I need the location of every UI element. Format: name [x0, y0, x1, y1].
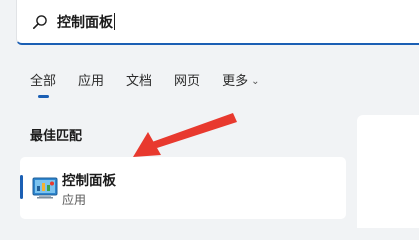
selection-indicator [20, 175, 23, 199]
search-icon [31, 13, 49, 31]
tab-more-label: 更多 [222, 74, 249, 89]
tab-more[interactable]: 更多 ⌄ [222, 70, 259, 89]
search-query-text: 控制面板 [57, 14, 113, 31]
tab-documents[interactable]: 文档 [126, 70, 152, 89]
search-window: 控制面板 全部 应用 文档 网页 更多 ⌄ 最佳匹配 控制面板 应用 [0, 0, 419, 228]
result-type: 应用 [62, 193, 87, 207]
tab-active-indicator [38, 95, 49, 98]
details-panel [357, 115, 419, 228]
search-box[interactable]: 控制面板 [16, 0, 419, 45]
tab-apps[interactable]: 应用 [78, 70, 104, 89]
best-match-heading: 最佳匹配 [30, 129, 83, 144]
tab-all-label: 全部 [30, 74, 57, 89]
text-caret [114, 13, 115, 30]
search-input[interactable]: 控制面板 [57, 12, 115, 32]
filter-tabs: 全部 应用 文档 网页 更多 ⌄ [30, 70, 281, 98]
tab-web[interactable]: 网页 [174, 70, 200, 89]
tab-apps-label: 应用 [78, 74, 105, 89]
tab-documents-label: 文档 [126, 74, 153, 89]
result-title: 控制面板 [62, 173, 116, 189]
tab-web-label: 网页 [174, 74, 201, 89]
best-match-result[interactable]: 控制面板 应用 [20, 157, 346, 219]
tab-all[interactable]: 全部 [30, 70, 57, 98]
chevron-down-icon: ⌄ [251, 76, 260, 87]
control-panel-icon [32, 177, 58, 199]
